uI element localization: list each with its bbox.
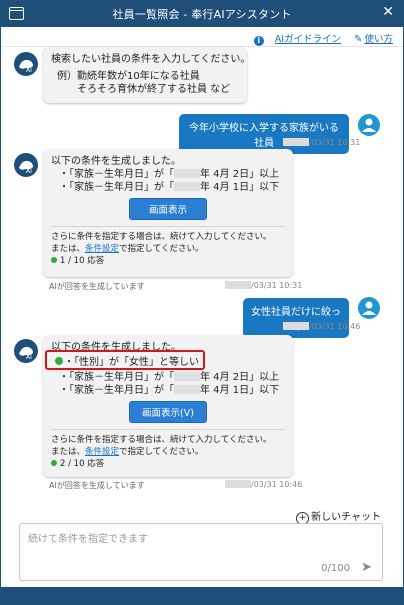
- timestamp: /03/31 10:46: [225, 480, 302, 489]
- status-dot-icon: [51, 257, 57, 263]
- condition-item: ・「家族－生年月日」が「年 4月 1日」以下: [59, 182, 280, 193]
- response-count: 2 / 10 応答: [51, 458, 285, 470]
- condition-item: ・「家族－生年月日」が「年 4月 2日」以上: [59, 372, 280, 383]
- assistant-window: 社員一覧照会 - 奉行AIアシスタント ✕ i AIガイドライン ✎ 使い方 AI …: [0, 0, 404, 605]
- svg-text:AI: AI: [26, 168, 32, 175]
- condition-item: ・「家族－生年月日」が「年 4月 2日」以上: [59, 169, 280, 180]
- divider: [51, 429, 285, 430]
- title-bar: 社員一覧照会 - 奉行AIアシスタント ✕: [1, 1, 403, 27]
- note-text: または、条件設定で指定してください。: [51, 244, 204, 254]
- char-counter: 0/100: [321, 563, 350, 574]
- user-avatar-icon: [358, 297, 380, 319]
- show-screen-button[interactable]: 画面表示: [129, 198, 207, 220]
- response-intro: 以下の条件を生成しました。: [51, 156, 181, 167]
- svg-text:AI: AI: [26, 354, 32, 361]
- note-text: さらに条件を指定する場合は、続けて入力してください。: [51, 435, 272, 445]
- example-text: 例）勤続年数が10年になる社員: [57, 71, 200, 82]
- message-text: 検索したい社員の条件を入力してください。: [51, 54, 251, 65]
- divider: [51, 226, 285, 227]
- condition-settings-link[interactable]: 条件設定: [85, 244, 119, 254]
- howto-link[interactable]: 使い方: [364, 34, 393, 45]
- ai-message-bubble: 検索したい社員の条件を入力してください。 例）勤続年数が10年になる社員 そろそ…: [43, 47, 251, 103]
- timestamp: /03/31 10:31: [283, 138, 360, 147]
- timestamp: /03/31 10:31: [225, 281, 302, 290]
- response-count: 1 / 10 応答: [51, 255, 285, 267]
- user-avatar-icon: [358, 114, 380, 136]
- generating-status: AIが回答を生成しています: [49, 282, 145, 291]
- example-text: そろそろ育休が終了する社員 など: [57, 84, 231, 95]
- condition-settings-link[interactable]: 条件設定: [85, 447, 119, 457]
- generating-status: AIが回答を生成しています: [49, 481, 145, 490]
- chat-input[interactable]: 続けて条件を指定できます 0/100 ➤: [19, 523, 383, 581]
- bottom-bar: [1, 587, 403, 604]
- ai-avatar-icon: AI: [14, 339, 38, 363]
- ai-response-bubble: 以下の条件を生成しました。 ・「家族－生年月日」が「年 4月 2日」以上 ・「家…: [43, 149, 293, 277]
- top-links: i AIガイドライン ✎ 使い方: [253, 31, 393, 46]
- status-dot-icon: [51, 460, 57, 466]
- send-icon[interactable]: ➤: [361, 560, 372, 575]
- ai-avatar-icon: AI: [14, 153, 38, 177]
- ai-avatar-icon: AI: [14, 52, 38, 76]
- window-title: 社員一覧照会 - 奉行AIアシスタント: [112, 8, 292, 21]
- timestamp: /03/31 10:46: [283, 322, 360, 331]
- user-message-bubble: 女性社員だけに絞って: [243, 298, 349, 338]
- note-text: または、条件設定で指定してください。: [51, 447, 204, 457]
- guide-icon: ✎: [354, 34, 363, 45]
- user-message-bubble: 今年小学校に入学する家族がいる社員: [179, 114, 349, 154]
- show-screen-button[interactable]: 画面表示(V): [129, 401, 207, 423]
- input-placeholder: 続けて条件を指定できます: [28, 534, 148, 545]
- info-icon: i: [253, 36, 264, 46]
- note-text: さらに条件を指定する場合は、続けて入力してください。: [51, 232, 272, 242]
- close-icon[interactable]: ✕: [382, 4, 394, 20]
- ai-guideline-link[interactable]: AIガイドライン: [275, 34, 341, 45]
- highlight-box: [45, 350, 205, 370]
- svg-text:AI: AI: [26, 67, 32, 74]
- condition-item: ・「家族－生年月日」が「年 4月 1日」以下: [59, 385, 280, 396]
